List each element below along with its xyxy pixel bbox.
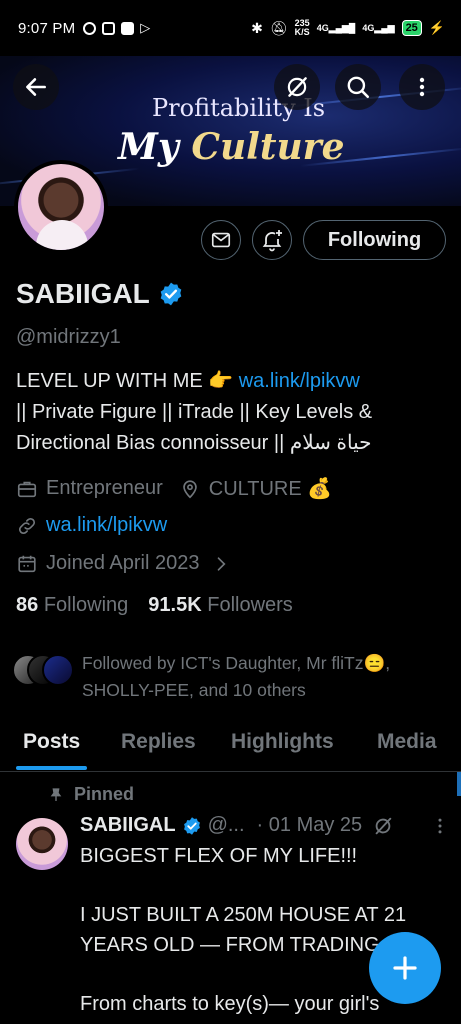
mute-icon: 🔕︎ xyxy=(269,19,288,36)
display-name: SABIIGAL xyxy=(16,278,150,309)
compose-post-button[interactable] xyxy=(369,932,441,1004)
back-arrow-icon xyxy=(26,78,46,96)
status-time: 9:07 PM xyxy=(18,19,76,37)
followers-count: 91.5K xyxy=(148,594,202,616)
notifications-button[interactable] xyxy=(252,220,292,260)
profile-occupation: Entrepreneur xyxy=(46,477,163,499)
bio-link[interactable]: wa.link/lpikvw xyxy=(239,370,360,392)
followers-count-link[interactable]: 91.5K Followers xyxy=(148,594,293,617)
message-button[interactable] xyxy=(201,220,241,260)
banner-text-culture: Culture xyxy=(191,126,345,168)
location-pin-icon xyxy=(182,479,197,498)
system-icons: ✱ 🔕︎ 235 K/S 4G▂▄▆█ 4G▂▄▆ 25 ⚡ xyxy=(251,19,445,37)
net-speed: 235 K/S xyxy=(295,19,310,37)
profile-name: SABIIGAL xyxy=(16,278,184,310)
pinned-label-row: Pinned xyxy=(48,784,134,805)
search-icon xyxy=(347,76,370,99)
link-icon xyxy=(18,517,36,534)
app-notification-icon xyxy=(102,21,116,35)
banner-text-line2: My Culture xyxy=(118,126,345,168)
post-header: SABIIGAL @... · 01 May 25 xyxy=(80,814,450,837)
following-label: Following xyxy=(43,594,129,616)
battery-icon: 25 xyxy=(401,20,422,36)
more-options-button[interactable] xyxy=(399,64,445,110)
post-author-name[interactable]: SABIIGAL xyxy=(80,814,176,837)
profile-website-row: wa.link/lpikvw xyxy=(16,514,167,537)
following-count-link[interactable]: 86 Following xyxy=(16,594,128,617)
app-notification-icon-2 xyxy=(121,21,135,35)
search-button[interactable] xyxy=(335,64,381,110)
signal-2: 4G▂▄▆ xyxy=(362,22,395,33)
profile-website-link[interactable]: wa.link/lpikvw xyxy=(46,514,167,537)
signal-2-label: 4G xyxy=(362,22,375,33)
more-vertical-icon xyxy=(419,77,425,97)
charging-icon: ⚡ xyxy=(428,20,445,35)
banner-text-my: My xyxy=(118,126,192,168)
signal-1-label: 4G xyxy=(316,22,329,33)
profile-bio: LEVEL UP WITH ME 👉 wa.link/lpikvw || Pri… xyxy=(16,366,446,459)
signal-1: 4G▂▄▆█ xyxy=(316,22,356,33)
bio-text-rest: || Private Figure || iTrade || Key Level… xyxy=(16,401,373,454)
follower-avatars xyxy=(12,654,74,688)
bluetooth-icon: ✱ xyxy=(251,19,263,36)
calendar-icon xyxy=(18,555,36,572)
tab-highlights[interactable]: Highlights xyxy=(231,730,334,754)
notification-icons: ▷ xyxy=(83,20,150,36)
tab-media[interactable]: Media xyxy=(377,730,437,754)
active-tab-indicator xyxy=(16,766,87,770)
mail-icon xyxy=(211,232,231,248)
profile-tabs: Posts Replies Highlights Media xyxy=(0,720,461,772)
post-date: · 01 May 25 xyxy=(256,814,363,836)
verified-badge-icon xyxy=(183,816,200,835)
pin-icon xyxy=(50,787,62,801)
pinned-label: Pinned xyxy=(74,784,135,804)
profile-joined-date: Joined April 2023 xyxy=(46,552,200,574)
status-bar: 9:07 PM ▷ ✱ 🔕︎ 235 K/S 4G▂▄▆█ 4G▂▄▆ 25 ⚡ xyxy=(0,0,461,56)
grok-button[interactable] xyxy=(274,64,320,110)
profile-location: CULTURE 💰 xyxy=(208,478,333,500)
chevron-right-icon xyxy=(218,556,226,571)
grok-icon xyxy=(287,77,307,97)
more-vertical-icon[interactable] xyxy=(430,816,450,836)
follower-avatar-3 xyxy=(42,654,74,686)
post-author-handle: @... xyxy=(207,814,245,836)
back-button[interactable] xyxy=(13,64,59,110)
followers-label: Followers xyxy=(207,594,293,616)
profile-handle: @midrizzy1 xyxy=(16,326,121,348)
grok-icon[interactable] xyxy=(372,815,394,837)
battery-level: 25 xyxy=(405,22,418,34)
tab-replies[interactable]: Replies xyxy=(121,730,196,754)
following-button[interactable]: Following xyxy=(303,220,446,260)
scroll-indicator xyxy=(457,772,461,796)
briefcase-icon xyxy=(17,481,37,497)
following-count: 86 xyxy=(16,594,39,616)
whatsapp-icon xyxy=(83,21,97,35)
bell-plus-icon xyxy=(262,230,282,252)
profile-avatar[interactable] xyxy=(14,160,108,254)
play-store-icon: ▷ xyxy=(140,20,151,35)
profile-stats: 86 Following 91.5K Followers xyxy=(16,594,293,617)
profile-joined-row[interactable]: Joined April 2023 xyxy=(16,552,231,575)
followed-by-row[interactable]: Followed by ICT's Daughter, Mr fliTz😑, S… xyxy=(12,650,452,704)
verified-badge-icon xyxy=(160,282,182,306)
followed-by-text: Followed by ICT's Daughter, Mr fliTz😑, S… xyxy=(82,653,391,700)
tab-posts[interactable]: Posts xyxy=(23,730,80,754)
plus-icon xyxy=(393,956,417,980)
post-avatar[interactable] xyxy=(16,818,68,870)
bio-text: LEVEL UP WITH ME 👉 xyxy=(16,370,239,392)
profile-meta-row: Entrepreneur CULTURE 💰 xyxy=(16,476,332,501)
net-speed-unit: K/S xyxy=(294,27,310,37)
